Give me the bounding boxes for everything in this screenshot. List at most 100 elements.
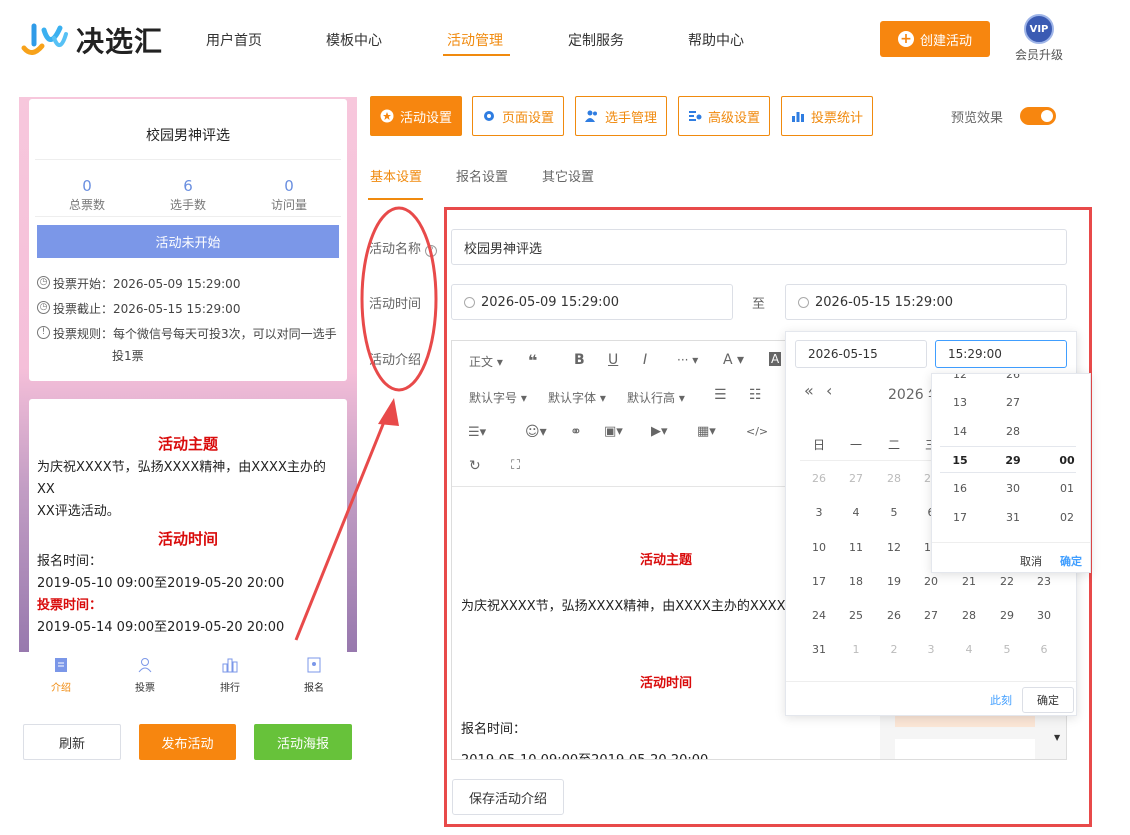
- calendar-day[interactable]: 21: [956, 575, 982, 588]
- subtab-basic[interactable]: 基本设置: [370, 166, 422, 185]
- calendar-day[interactable]: 5: [994, 643, 1020, 656]
- image-icon[interactable]: ▣▾: [604, 424, 623, 439]
- more-icon[interactable]: ··· ▾: [677, 353, 698, 367]
- calendar-day[interactable]: 2: [881, 643, 907, 656]
- tab-advanced-settings[interactable]: 高级设置: [678, 96, 770, 136]
- underline-icon[interactable]: U: [608, 352, 618, 368]
- time-option-minutes[interactable]: 29: [993, 454, 1033, 467]
- calendar-day[interactable]: 31: [806, 643, 832, 656]
- prev-month-icon[interactable]: ‹: [826, 381, 832, 400]
- calendar-day[interactable]: 1: [843, 643, 869, 656]
- line-height-select[interactable]: 默认行高 ▾: [627, 389, 685, 406]
- tab-signup[interactable]: 报名: [284, 656, 344, 694]
- tab-ranking[interactable]: 排行: [200, 656, 260, 694]
- font-family-select[interactable]: 默认字体 ▾: [548, 389, 606, 406]
- calendar-day[interactable]: 23: [1031, 575, 1057, 588]
- fullscreen-icon[interactable]: ⛶: [511, 458, 520, 473]
- font-color-icon[interactable]: A ▾: [723, 352, 744, 368]
- prev-year-icon[interactable]: «: [804, 381, 814, 400]
- subtab-signup[interactable]: 报名设置: [456, 166, 508, 185]
- calendar-day[interactable]: 29: [994, 609, 1020, 622]
- subtab-other[interactable]: 其它设置: [542, 166, 594, 185]
- tab-vote[interactable]: 投票: [115, 656, 175, 694]
- background-color-icon[interactable]: A: [769, 352, 782, 366]
- font-size-select[interactable]: 默认字号 ▾: [469, 389, 527, 406]
- nav-item-custom-service[interactable]: 定制服务: [568, 30, 624, 50]
- calendar-day[interactable]: 28: [956, 609, 982, 622]
- picker-time-input[interactable]: 15:29:00: [935, 340, 1067, 368]
- nav-item-help-center[interactable]: 帮助中心: [688, 30, 744, 50]
- calendar-day[interactable]: 12: [881, 541, 907, 554]
- time-option-hours[interactable]: 16: [940, 482, 980, 495]
- calendar-day[interactable]: 24: [806, 609, 832, 622]
- time-option-hours[interactable]: 14: [940, 425, 980, 438]
- nav-item-activity-management[interactable]: 活动管理: [447, 30, 503, 50]
- time-cancel-button[interactable]: 取消: [1020, 553, 1042, 569]
- calendar-day[interactable]: 6: [1031, 643, 1057, 656]
- brand-logo[interactable]: 决选汇: [20, 20, 163, 60]
- numbered-list-icon[interactable]: ☷: [749, 387, 762, 403]
- code-icon[interactable]: </>: [746, 425, 768, 438]
- start-time-input[interactable]: 2026-05-09 15:29:00: [451, 284, 733, 320]
- calendar-day[interactable]: 4: [956, 643, 982, 656]
- calendar-day[interactable]: 30: [1031, 609, 1057, 622]
- calendar-day[interactable]: 26: [881, 609, 907, 622]
- calendar-day[interactable]: 11: [843, 541, 869, 554]
- time-option-seconds[interactable]: 01: [1047, 482, 1087, 495]
- time-option-hours[interactable]: 15: [940, 454, 980, 467]
- time-option-minutes[interactable]: 31: [993, 511, 1033, 524]
- scroll-down-icon[interactable]: ▼: [1054, 733, 1060, 742]
- calendar-day[interactable]: 27: [843, 472, 869, 485]
- time-option-hours[interactable]: 17: [940, 511, 980, 524]
- calendar-day[interactable]: 18: [843, 575, 869, 588]
- video-icon[interactable]: ▶▾: [651, 424, 668, 439]
- time-option-minutes[interactable]: 30: [993, 482, 1033, 495]
- tab-intro[interactable]: 介绍: [31, 656, 91, 694]
- time-option-hours[interactable]: 12: [940, 374, 980, 381]
- preview-toggle-switch[interactable]: [1020, 107, 1056, 125]
- tab-vote-statistics[interactable]: 投票统计: [781, 96, 873, 136]
- time-option-hours[interactable]: 13: [940, 396, 980, 409]
- calendar-day[interactable]: 20: [918, 575, 944, 588]
- link-icon[interactable]: ⚭: [570, 424, 582, 440]
- bold-icon[interactable]: B: [574, 352, 585, 368]
- table-icon[interactable]: ▦▾: [697, 424, 716, 439]
- time-option-seconds[interactable]: 02: [1047, 511, 1087, 524]
- now-link[interactable]: 此刻: [990, 692, 1012, 708]
- calendar-day[interactable]: 26: [806, 472, 832, 485]
- help-icon[interactable]: ?: [425, 245, 438, 257]
- calendar-day[interactable]: 25: [843, 609, 869, 622]
- nav-item-home[interactable]: 用户首页: [206, 30, 262, 50]
- italic-icon[interactable]: I: [643, 352, 647, 368]
- calendar-day[interactable]: 4: [843, 506, 869, 519]
- paragraph-select[interactable]: 正文 ▾: [469, 353, 503, 370]
- create-activity-button[interactable]: + 创建活动: [880, 21, 990, 57]
- calendar-day[interactable]: 3: [918, 643, 944, 656]
- nav-item-templates[interactable]: 模板中心: [326, 30, 382, 50]
- emoji-icon[interactable]: ☺▾: [525, 424, 547, 440]
- time-option-minutes[interactable]: 26: [993, 374, 1033, 381]
- picker-ok-button[interactable]: 确定: [1022, 687, 1074, 713]
- publish-activity-button[interactable]: 发布活动: [139, 724, 236, 760]
- tab-activity-settings[interactable]: 活动设置: [370, 96, 462, 136]
- redo-icon[interactable]: ↻: [469, 458, 481, 474]
- calendar-day[interactable]: 5: [881, 506, 907, 519]
- tab-contestant-management[interactable]: 选手管理: [575, 96, 667, 136]
- end-time-input[interactable]: 2026-05-15 15:29:00: [785, 284, 1067, 320]
- time-option-minutes[interactable]: 27: [993, 396, 1033, 409]
- refresh-button[interactable]: 刷新: [23, 724, 121, 760]
- vip-upgrade[interactable]: VIP 会员升级: [1012, 14, 1066, 63]
- picker-date-input[interactable]: 2026-05-15: [795, 340, 927, 368]
- calendar-day[interactable]: 17: [806, 575, 832, 588]
- save-intro-button[interactable]: 保存活动介绍: [452, 779, 564, 815]
- time-option-minutes[interactable]: 28: [993, 425, 1033, 438]
- time-option-seconds[interactable]: 00: [1047, 454, 1087, 467]
- status-button[interactable]: 活动未开始: [37, 225, 339, 258]
- calendar-day[interactable]: 22: [994, 575, 1020, 588]
- tab-page-settings[interactable]: 页面设置: [472, 96, 564, 136]
- activity-poster-button[interactable]: 活动海报: [254, 724, 352, 760]
- indent-icon[interactable]: ☰▾: [468, 425, 486, 440]
- calendar-day[interactable]: 3: [806, 506, 832, 519]
- bullet-list-icon[interactable]: ☰: [714, 387, 727, 403]
- quote-icon[interactable]: ❝: [528, 351, 537, 370]
